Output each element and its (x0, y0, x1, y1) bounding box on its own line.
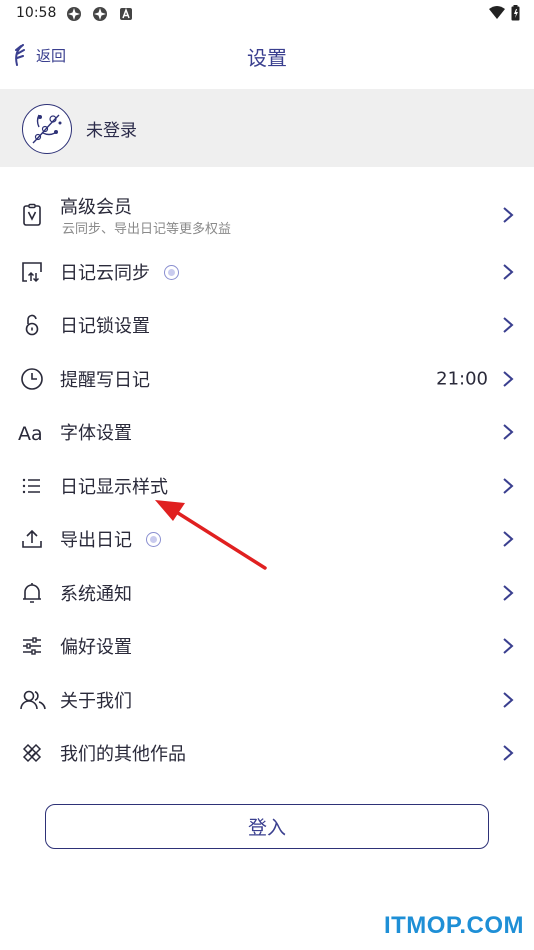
menu-item-label: 字体设置 (60, 423, 132, 445)
chevron-right-icon (503, 745, 514, 762)
vip-badge-icon (146, 532, 161, 548)
menu-item-label: 关于我们 (60, 690, 132, 712)
reminder-time-value: 21:00 (436, 368, 488, 390)
menu-item-label: 偏好设置 (60, 637, 132, 659)
chevron-right-icon (503, 691, 514, 708)
chevron-right-icon (503, 263, 514, 280)
menu-item-subtitle: 云同步、导出日记等更多权益 (62, 222, 232, 237)
chevron-right-icon (503, 584, 514, 601)
account-login-row[interactable]: 未登录 (0, 89, 534, 167)
wifi-icon (489, 6, 505, 19)
chevron-right-icon (503, 424, 514, 441)
bell-icon (23, 582, 41, 603)
menu-item-other-apps[interactable]: 我们的其他作品 (0, 727, 534, 781)
menu-item-reminder[interactable]: 提醒写日记 21:00 (0, 352, 534, 406)
notification-app-icon (67, 7, 81, 21)
menu-item-label: 日记显示样式 (60, 476, 168, 498)
menu-item-label: 日记锁设置 (60, 316, 150, 338)
menu-item-label: 高级会员 (60, 197, 132, 218)
menu-item-label: 我们的其他作品 (60, 744, 186, 766)
menu-item-label: 导出日记 (60, 526, 161, 552)
status-icons (489, 5, 520, 21)
menu-item-cloud-sync[interactable]: 日记云同步 (0, 245, 534, 299)
menu-item-label: 日记云同步 (60, 259, 179, 285)
vip-clipboard-icon (23, 203, 41, 226)
menu-item-notifications[interactable]: 系统通知 (0, 566, 534, 620)
list-icon (22, 478, 40, 493)
menu-item-font[interactable]: Aa 字体设置 (0, 406, 534, 460)
sliders-icon (23, 637, 41, 655)
clock-icon (21, 367, 43, 390)
vip-badge-icon (164, 264, 179, 280)
header: 返回 设置 (0, 28, 534, 88)
menu-item-label: 提醒写日记 (60, 369, 150, 391)
page-title: 设置 (247, 46, 287, 70)
menu-item-about[interactable]: 关于我们 (0, 673, 534, 727)
chevron-right-icon (503, 531, 514, 548)
svg-text:Aa: Aa (18, 423, 43, 444)
login-status-label: 未登录 (86, 121, 137, 141)
notification-a-icon (120, 7, 132, 20)
lock-icon (25, 314, 39, 336)
menu-item-vip[interactable]: 高级会员 云同步、导出日记等更多权益 (0, 185, 534, 245)
cloud-sync-icon (22, 261, 42, 282)
plum-blossom-avatar-icon (32, 114, 62, 144)
battery-icon (511, 5, 520, 21)
menu-item-label: 系统通知 (60, 583, 132, 605)
users-icon (20, 690, 46, 709)
apps-icon (22, 744, 42, 763)
chevron-right-icon (503, 477, 514, 494)
export-icon (22, 530, 42, 549)
login-button[interactable]: 登入 (45, 804, 489, 849)
chevron-right-icon (503, 370, 514, 387)
menu-item-preferences[interactable]: 偏好设置 (0, 620, 534, 674)
status-bar: 10:58 (0, 0, 534, 28)
chevron-right-icon (503, 638, 514, 655)
font-icon: Aa (18, 423, 43, 444)
menu-item-diary-lock[interactable]: 日记锁设置 (0, 299, 534, 353)
chevron-right-icon (503, 207, 514, 223)
chevron-right-icon (503, 317, 514, 334)
status-time: 10:58 (16, 5, 57, 21)
avatar (22, 104, 72, 154)
menu-item-display-style[interactable]: 日记显示样式 (0, 459, 534, 513)
settings-menu: 高级会员 云同步、导出日记等更多权益 日记云同步 日记锁设置 提醒写日记 21:… (0, 185, 534, 780)
menu-item-export[interactable]: 导出日记 (0, 513, 534, 567)
watermark: ITMOP.COM (383, 912, 524, 939)
notification-app-icon (93, 7, 107, 21)
